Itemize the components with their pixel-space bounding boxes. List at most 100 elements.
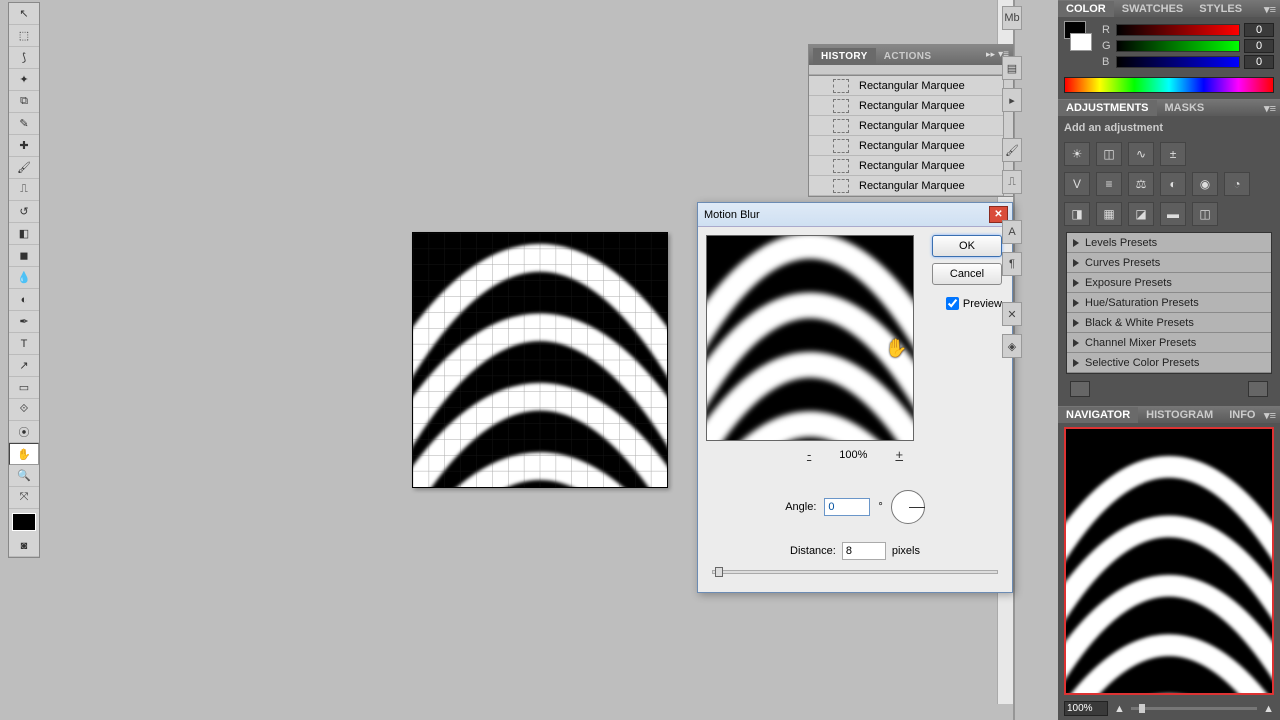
panel-menu-icon[interactable]: ▾≡ [1264, 102, 1276, 115]
dock-minibridge-icon[interactable]: Mb [1002, 6, 1022, 30]
tab-color[interactable]: COLOR [1058, 1, 1114, 17]
history-item[interactable]: Rectangular Marquee [809, 136, 1013, 156]
curves-icon[interactable]: ∿ [1128, 142, 1154, 166]
channel-mixer-icon[interactable]: ◔ [1224, 172, 1250, 196]
slider-thumb[interactable] [1139, 704, 1145, 713]
dock-actions-icon[interactable]: ▸ [1002, 88, 1022, 112]
threshold-icon[interactable]: ◪ [1128, 202, 1154, 226]
eraser-tool[interactable]: ◧ [9, 223, 39, 245]
dock-history-icon[interactable]: ▤ [1002, 56, 1022, 80]
tab-styles[interactable]: STYLES [1191, 1, 1250, 17]
preset-row[interactable]: Curves Presets [1067, 253, 1271, 273]
distance-input[interactable] [842, 542, 886, 560]
levels-icon[interactable]: ◫ [1096, 142, 1122, 166]
r-value-input[interactable] [1244, 23, 1274, 37]
zoom-out-button[interactable]: - [807, 447, 811, 462]
tab-navigator[interactable]: NAVIGATOR [1058, 407, 1138, 423]
ok-button[interactable]: OK [932, 235, 1002, 257]
panel-collapse-icon[interactable]: ▸▸ [986, 49, 995, 60]
heal-tool[interactable]: ✚ [9, 135, 39, 157]
dock-clone-icon[interactable]: ⎍ [1002, 170, 1022, 194]
foreground-swatch[interactable] [12, 513, 36, 531]
b-slider[interactable] [1116, 56, 1240, 68]
brush-tool[interactable]: 🖌 [9, 157, 39, 179]
wand-tool[interactable]: ✦ [9, 69, 39, 91]
preset-row[interactable]: Hue/Saturation Presets [1067, 293, 1271, 313]
crop-tool[interactable]: ⧉ [9, 91, 39, 113]
zoom-in-button[interactable]: + [895, 447, 903, 462]
hand-tool[interactable]: ✋ [9, 443, 39, 465]
exposure-icon[interactable]: ± [1160, 142, 1186, 166]
move-tool[interactable]: ↖ [9, 3, 39, 25]
vibrance-icon[interactable]: V [1064, 172, 1090, 196]
preset-row[interactable]: Levels Presets [1067, 233, 1271, 253]
b-value-input[interactable] [1244, 55, 1274, 69]
tab-history[interactable]: HISTORY [813, 48, 876, 65]
brightness-icon[interactable]: ☀ [1064, 142, 1090, 166]
history-item[interactable]: Rectangular Marquee [809, 76, 1013, 96]
tab-masks[interactable]: MASKS [1157, 100, 1213, 116]
posterize-icon[interactable]: ▦ [1096, 202, 1122, 226]
dialog-preview[interactable] [706, 235, 914, 441]
tab-histogram[interactable]: HISTOGRAM [1138, 407, 1221, 423]
history-item[interactable]: Rectangular Marquee [809, 116, 1013, 136]
dock-character-icon[interactable]: A [1002, 220, 1022, 244]
slider-thumb[interactable] [715, 567, 723, 577]
hue-icon[interactable]: ≡ [1096, 172, 1122, 196]
panel-menu-icon[interactable]: ▾≡ [1264, 409, 1276, 422]
quickmask-toggle[interactable]: ◙ [9, 535, 39, 557]
navigator-thumbnail[interactable] [1064, 427, 1274, 695]
history-item[interactable]: Rectangular Marquee [809, 176, 1013, 196]
preset-row[interactable]: Selective Color Presets [1067, 353, 1271, 373]
preset-row[interactable]: Exposure Presets [1067, 273, 1271, 293]
eyedropper-tool[interactable]: ✎ [9, 113, 39, 135]
stamp-tool[interactable]: ⎍ [9, 179, 39, 201]
distance-slider[interactable] [712, 570, 998, 574]
navigator-zoom-slider[interactable] [1131, 707, 1257, 710]
tab-actions[interactable]: ACTIONS [876, 48, 940, 65]
marquee-tool[interactable]: ⬚ [9, 25, 39, 47]
cancel-button[interactable]: Cancel [932, 263, 1002, 285]
navigator-zoom-input[interactable] [1064, 701, 1108, 716]
adj-expand-icon[interactable] [1070, 381, 1090, 397]
preset-row[interactable]: Channel Mixer Presets [1067, 333, 1271, 353]
tab-info[interactable]: INFO [1221, 407, 1263, 423]
g-slider[interactable] [1116, 40, 1240, 52]
blur-tool[interactable]: 💧 [9, 267, 39, 289]
history-brush-tool[interactable]: ↺ [9, 201, 39, 223]
type-tool[interactable]: T [9, 333, 39, 355]
photo-filter-icon[interactable]: ◉ [1192, 172, 1218, 196]
selective-color-icon[interactable]: ◫ [1192, 202, 1218, 226]
pen-tool[interactable]: ✒ [9, 311, 39, 333]
angle-dial[interactable] [891, 490, 925, 524]
dodge-tool[interactable]: ◐ [9, 289, 39, 311]
tab-adjustments[interactable]: ADJUSTMENTS [1058, 100, 1157, 116]
zoom-in-icon[interactable]: ▲ [1263, 703, 1274, 715]
color-balance-icon[interactable]: ⚖ [1128, 172, 1154, 196]
dock-tools-icon[interactable]: ✕ [1002, 302, 1022, 326]
preset-row[interactable]: Black & White Presets [1067, 313, 1271, 333]
shape-tool[interactable]: ▭ [9, 377, 39, 399]
bg-color-swatch[interactable] [1070, 33, 1092, 51]
g-value-input[interactable] [1244, 39, 1274, 53]
dock-3d-icon[interactable]: ◈ [1002, 334, 1022, 358]
r-slider[interactable] [1116, 24, 1240, 36]
gradient-map-icon[interactable]: ▬ [1160, 202, 1186, 226]
zoom-tool[interactable]: 🔍 [9, 465, 39, 487]
angle-input[interactable] [824, 498, 870, 516]
lasso-tool[interactable]: ⟆ [9, 47, 39, 69]
dock-brush-icon[interactable]: 🖌 [1002, 138, 1022, 162]
color-spectrum[interactable] [1064, 77, 1274, 93]
document-canvas[interactable] [412, 232, 668, 488]
dialog-titlebar[interactable]: Motion Blur ✕ [698, 203, 1012, 227]
path-tool[interactable]: ↗ [9, 355, 39, 377]
3d-camera-tool[interactable]: ⦿ [9, 421, 39, 443]
zoom-out-icon[interactable]: ▲ [1114, 703, 1125, 715]
adj-new-icon[interactable] [1248, 381, 1268, 397]
history-item[interactable]: Rectangular Marquee [809, 156, 1013, 176]
panel-menu-icon[interactable]: ▾≡ [1264, 3, 1276, 16]
dock-paragraph-icon[interactable]: ¶ [1002, 252, 1022, 276]
tab-swatches[interactable]: SWATCHES [1114, 1, 1192, 17]
gradient-tool[interactable]: ◼ [9, 245, 39, 267]
invert-icon[interactable]: ◨ [1064, 202, 1090, 226]
